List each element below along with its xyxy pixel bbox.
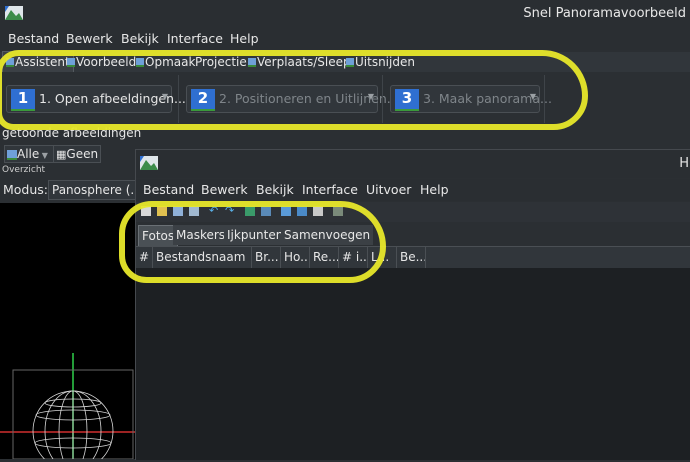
undo-icon[interactable]: ↶ — [209, 205, 219, 216]
preview-icon[interactable] — [281, 206, 291, 216]
fast-preview-icon[interactable] — [297, 206, 307, 216]
assistant-steps: 1 1. Open afbeeldingen... ▼ 2 2. Positio… — [0, 73, 690, 125]
mode-label: Modus: — [3, 182, 49, 197]
column-header[interactable]: Be... — [397, 247, 426, 268]
save-icon[interactable] — [173, 206, 183, 216]
menu-bestand[interactable]: Bestand — [8, 31, 59, 46]
mode-select[interactable]: Panosphere (... — [48, 180, 141, 200]
open-folder-icon[interactable] — [157, 206, 167, 216]
column-header[interactable]: L... — [368, 247, 397, 268]
tab-ijkpunten[interactable]: Ijkpunten — [224, 225, 288, 245]
chevron-down-icon: ▼ — [39, 151, 48, 160]
app-logo-icon — [140, 156, 158, 170]
add-images-icon[interactable] — [245, 206, 255, 216]
tab-assistent[interactable]: Assistent — [2, 51, 74, 72]
toolbar-separator — [178, 75, 179, 123]
secondary-toolbar: ↶ ↷ — [136, 202, 690, 222]
toolbar-separator — [544, 75, 545, 123]
column-header[interactable]: Bestandsnaam — [153, 247, 252, 268]
panosphere-preview — [0, 353, 135, 462]
save-as-icon[interactable] — [189, 206, 199, 216]
column-header[interactable]: Re... — [310, 247, 339, 268]
menu-interface[interactable]: Interface — [167, 31, 223, 46]
chevron-down-icon: ▼ — [367, 92, 374, 101]
chevron-down-icon: ▼ — [161, 92, 168, 101]
secondary-tab-bar: Fotos Maskers Ijkpunten Samenvoegen — [136, 225, 690, 247]
tab-verplaats-sleep[interactable]: Verplaats/Sleep — [245, 52, 354, 72]
tab-image-icon — [248, 58, 256, 67]
menu-bekijk[interactable]: Bekijk — [121, 31, 159, 46]
tab-image-icon — [67, 58, 75, 67]
column-header[interactable]: # i... — [339, 247, 368, 268]
step-number-badge: 1 — [11, 89, 35, 111]
step-create-panorama-button[interactable]: 3 3. Maak panorama... ▼ — [390, 85, 552, 113]
secondary-window: H Bestand Bewerk Bekijk Interface Uitvoe… — [135, 149, 690, 460]
menu-help[interactable]: Help — [230, 31, 259, 46]
tab-voorbeeld[interactable]: Voorbeeld — [64, 52, 139, 72]
redo-icon[interactable]: ↷ — [225, 205, 235, 216]
column-header[interactable]: # — [136, 247, 153, 268]
step-number-badge: 2 — [191, 89, 215, 111]
chevron-down-icon: ▼ — [529, 92, 536, 101]
layout-icon[interactable] — [313, 206, 323, 216]
tab-opmaak[interactable]: Opmaak — [133, 52, 198, 72]
overview-viewer[interactable] — [0, 203, 135, 462]
step-align-button[interactable]: 2 2. Positioneren en Uitlijnen... ▼ — [186, 85, 399, 113]
window-title: Snel Panoramavoorbeeld — [523, 6, 686, 21]
menu-bestand[interactable]: Bestand — [143, 182, 194, 197]
show-none-button[interactable]: ▦Geen — [53, 145, 101, 163]
tab-projectie[interactable]: Projectie — [192, 52, 250, 72]
tab-uitsnijden[interactable]: Uitsnijden — [343, 52, 418, 72]
menu-bewerk[interactable]: Bewerk — [66, 31, 113, 46]
secondary-title-bar: H — [136, 150, 690, 178]
images-table-body[interactable] — [136, 268, 690, 460]
grid-icon: ▦ — [56, 148, 67, 161]
tab-image-icon — [6, 58, 14, 67]
overview-label: Overzicht — [2, 165, 46, 175]
mode-row: Modus: Panosphere (... — [0, 178, 141, 202]
tab-image-icon — [346, 58, 354, 67]
menu-uitvoer[interactable]: Uitvoer — [366, 182, 411, 197]
tab-samenvoegen[interactable]: Samenvoegen — [281, 225, 375, 245]
menu-interface[interactable]: Interface — [302, 182, 358, 197]
optimize-icon[interactable] — [333, 206, 343, 216]
menu-bewerk[interactable]: Bewerk — [201, 182, 248, 197]
secondary-window-title: H — [679, 156, 689, 171]
step-number-badge: 3 — [395, 89, 419, 111]
show-all-button[interactable]: Alle ▼ — [4, 145, 56, 163]
menu-help[interactable]: Help — [420, 182, 449, 197]
app-logo-icon — [5, 6, 23, 20]
main-tab-bar: Assistent Voorbeeld Opmaak Projectie Ver… — [0, 51, 690, 72]
images-table-header: # Bestandsnaam Br... Ho... Re... # i... … — [136, 246, 690, 269]
tab-image-icon — [136, 58, 144, 67]
step-open-images-button[interactable]: 1 1. Open afbeeldingen... ▼ — [6, 85, 186, 113]
remove-images-icon[interactable] — [261, 206, 271, 216]
title-bar: Snel Panoramavoorbeeld — [0, 0, 690, 28]
menu-bekijk[interactable]: Bekijk — [256, 182, 294, 197]
image-icon — [7, 149, 17, 160]
toolbar-separator — [382, 75, 383, 123]
column-header[interactable]: Br... — [252, 247, 281, 268]
new-project-icon[interactable] — [141, 206, 151, 216]
shown-images-label: getoonde afbeeldingen — [2, 126, 142, 140]
tab-maskers[interactable]: Maskers — [173, 225, 230, 245]
column-header[interactable]: Ho... — [281, 247, 310, 268]
secondary-menu-bar: Bestand Bewerk Bekijk Interface Uitvoer … — [136, 179, 690, 201]
menu-bar: Bestand Bewerk Bekijk Interface Help — [0, 28, 690, 50]
